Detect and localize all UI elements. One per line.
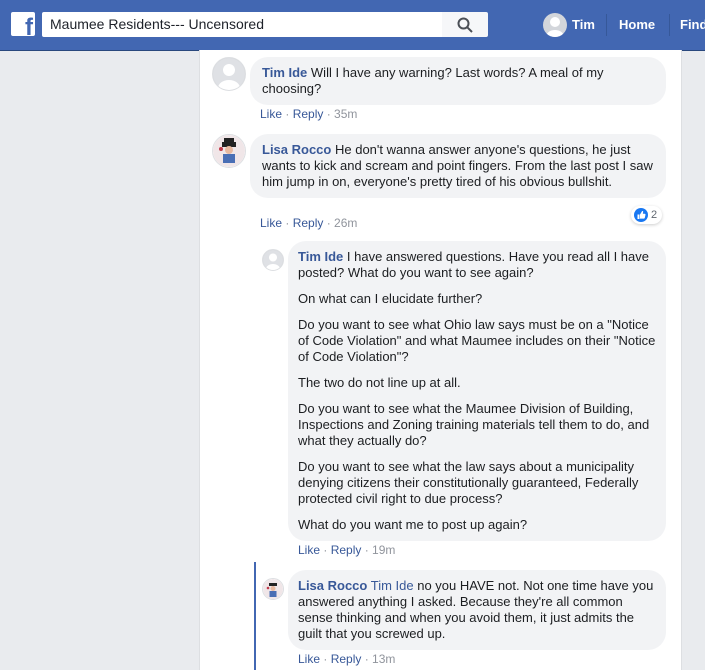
facebook-logo-icon[interactable]: f [11, 12, 35, 36]
reply-paragraph: What do you want me to post up again? [298, 517, 528, 532]
nav-home-link[interactable]: Home [619, 17, 655, 32]
comment-author[interactable]: Lisa Rocco [262, 142, 331, 157]
reply-link[interactable]: Reply [293, 107, 324, 121]
comment-bubble: Lisa Rocco He don't wanna answer anyone'… [250, 134, 666, 198]
nav-profile-link[interactable]: Tim [572, 17, 595, 32]
reply-paragraph: Do you want to see what Ohio law says mu… [298, 317, 656, 364]
reply-paragraph: The two do not line up at all. [298, 375, 461, 390]
avatar[interactable] [262, 578, 284, 600]
like-link[interactable]: Like [298, 543, 320, 557]
timestamp[interactable]: 35m [334, 107, 357, 121]
thumbs-up-icon [634, 208, 648, 222]
reply-link[interactable]: Reply [331, 543, 362, 557]
avatar[interactable] [212, 134, 246, 168]
comment-actions: Like · Reply · 19m [298, 543, 396, 557]
top-navigation-bar: f Tim Home Find [0, 0, 705, 51]
comment-author[interactable]: Tim Ide [262, 65, 307, 80]
comment-author[interactable]: Tim Ide [298, 249, 343, 264]
reply-link[interactable]: Reply [293, 216, 324, 230]
like-link[interactable]: Like [298, 652, 320, 666]
like-link[interactable]: Like [260, 107, 282, 121]
timestamp[interactable]: 26m [334, 216, 357, 230]
mention-link[interactable]: Tim Ide [371, 578, 414, 593]
comment-actions: Like · Reply · 35m [260, 107, 358, 121]
reaction-count[interactable]: 2 [631, 206, 663, 224]
reply-bubble: Lisa Rocco Tim Ide no you HAVE not. Not … [288, 570, 666, 650]
avatar[interactable] [262, 249, 284, 271]
comment-author[interactable]: Lisa Rocco [298, 578, 367, 593]
comment-text: Will I have any warning? Last words? A m… [262, 65, 604, 96]
nav-divider [606, 14, 607, 36]
comment-actions: Like · Reply · 26m [260, 216, 358, 230]
profile-avatar[interactable] [543, 13, 567, 37]
reply-paragraph: On what can I elucidate further? [298, 291, 483, 306]
reply-bubble: Tim Ide I have answered questions. Have … [288, 241, 666, 541]
reply-paragraph: Do you want to see what the law says abo… [298, 459, 639, 506]
avatar[interactable] [212, 57, 246, 91]
thread-indicator-line [254, 562, 256, 670]
nav-find-friends-link[interactable]: Find [680, 17, 705, 32]
search-icon [457, 17, 473, 33]
nav-divider [669, 14, 670, 36]
like-link[interactable]: Like [260, 216, 282, 230]
reply-paragraph: Tim Ide I have answered questions. Have … [298, 249, 649, 280]
timestamp[interactable]: 13m [372, 652, 395, 666]
reply-paragraph: Do you want to see what the Maumee Divis… [298, 401, 650, 448]
search-input[interactable] [42, 12, 442, 37]
search-button[interactable] [442, 12, 488, 37]
timestamp[interactable]: 19m [372, 543, 395, 557]
reply-link[interactable]: Reply [331, 652, 362, 666]
comment-bubble: Tim Ide Will I have any warning? Last wo… [250, 57, 666, 105]
comment-actions: Like · Reply · 13m [298, 652, 396, 666]
